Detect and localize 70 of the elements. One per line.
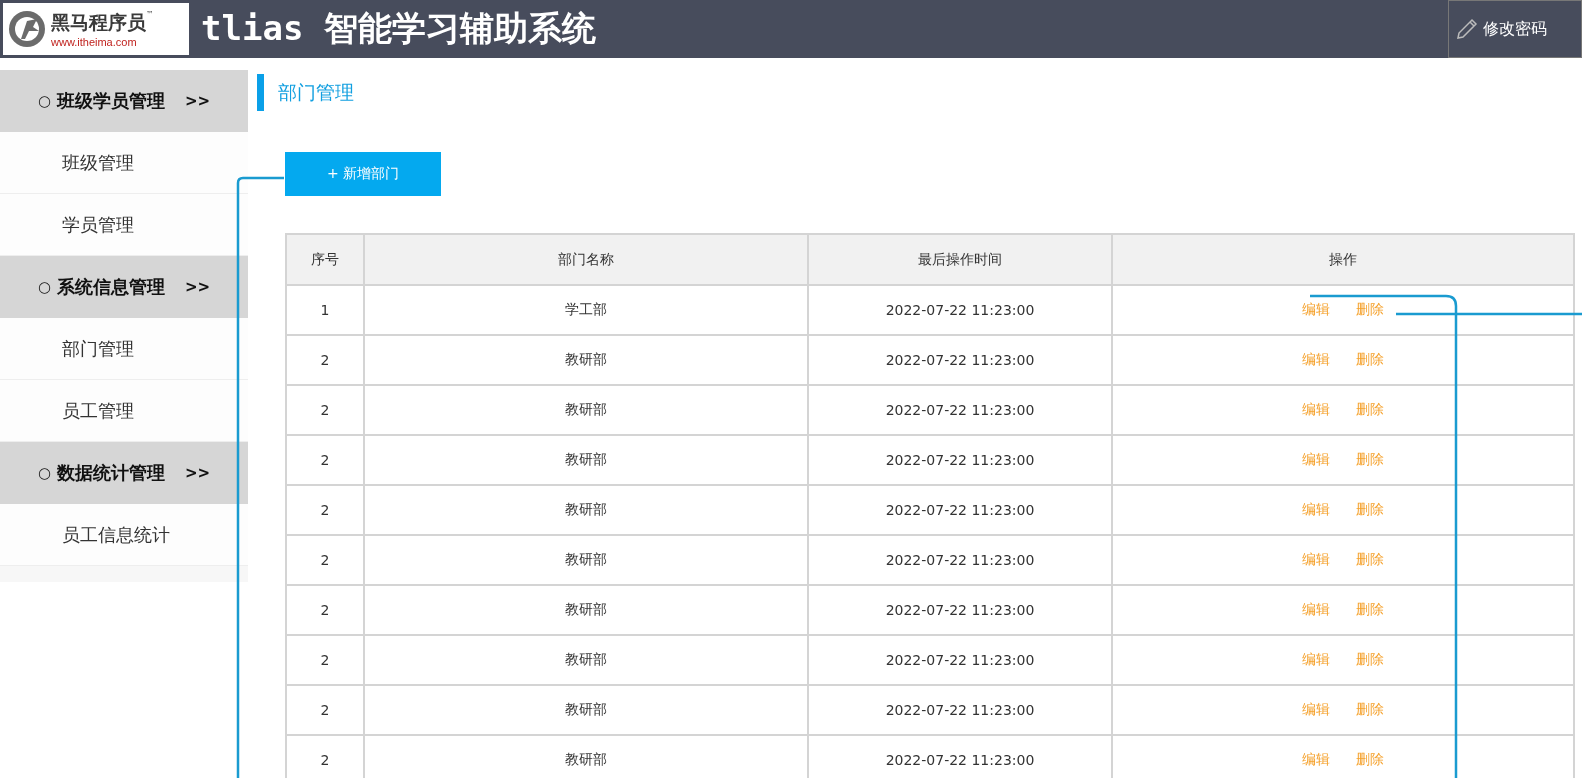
- row-action-link[interactable]: 编辑: [1302, 451, 1330, 467]
- row-action-link[interactable]: 编辑: [1302, 351, 1330, 367]
- table-cell: 教研部: [364, 535, 808, 585]
- change-password-button[interactable]: 修改密码: [1448, 0, 1582, 58]
- horse-logo-icon: [7, 9, 47, 49]
- table-cell: 2: [286, 535, 364, 585]
- table-cell: 2022-07-22 11:23:00: [808, 535, 1112, 585]
- column-header: 最后操作时间: [808, 234, 1112, 285]
- row-action-link[interactable]: 编辑: [1302, 601, 1330, 617]
- table-cell: 教研部: [364, 485, 808, 535]
- row-action-link[interactable]: 编辑: [1302, 651, 1330, 667]
- table-cell: 1: [286, 285, 364, 335]
- column-header: 操作: [1112, 234, 1574, 285]
- row-action-link[interactable]: 删除: [1356, 601, 1384, 617]
- sidebar-item[interactable]: 班级管理: [0, 132, 248, 194]
- column-header: 序号: [286, 234, 364, 285]
- table-cell: 教研部: [364, 635, 808, 685]
- sidebar-group-header[interactable]: ○ 班级学员管理 >>: [0, 70, 248, 132]
- table-cell: 2: [286, 735, 364, 778]
- sidebar-item[interactable]: 员工信息统计: [0, 504, 248, 566]
- row-action-link[interactable]: 编辑: [1302, 701, 1330, 717]
- trademark: ™: [146, 10, 154, 21]
- table-cell: 教研部: [364, 585, 808, 635]
- table-cell: 教研部: [364, 435, 808, 485]
- table-cell: 2: [286, 635, 364, 685]
- brand-url: www.itheima.com: [51, 36, 138, 48]
- row-action-link[interactable]: 编辑: [1302, 501, 1330, 517]
- sidebar-group-header[interactable]: ○ 系统信息管理 >>: [0, 256, 248, 318]
- table-cell: 2022-07-22 11:23:00: [808, 285, 1112, 335]
- row-action-link[interactable]: 编辑: [1302, 301, 1330, 317]
- row-action-link[interactable]: 编辑: [1302, 401, 1330, 417]
- row-action-link[interactable]: 删除: [1356, 401, 1384, 417]
- row-action-link[interactable]: 删除: [1356, 451, 1384, 467]
- app-title: tlias 智能学习辅助系统: [201, 7, 596, 50]
- row-action-link[interactable]: 删除: [1356, 351, 1384, 367]
- table-cell: 2: [286, 685, 364, 735]
- title-accent-bar: [257, 74, 264, 111]
- sidebar-item[interactable]: 学员管理: [0, 194, 248, 256]
- brand-name: 黑马程序员: [51, 10, 146, 35]
- table-cell: 2: [286, 485, 364, 535]
- row-action-link[interactable]: 删除: [1356, 301, 1384, 317]
- table-cell: 2022-07-22 11:23:00: [808, 335, 1112, 385]
- table-cell: 2: [286, 435, 364, 485]
- row-action-link[interactable]: 编辑: [1302, 551, 1330, 567]
- table-cell: 2022-07-22 11:23:00: [808, 485, 1112, 535]
- pencil-icon: [1455, 17, 1479, 41]
- table-cell: 2022-07-22 11:23:00: [808, 435, 1112, 485]
- table-cell: 教研部: [364, 335, 808, 385]
- row-action-link[interactable]: 删除: [1356, 751, 1384, 767]
- add-department-button[interactable]: + 新增部门: [285, 152, 441, 196]
- row-action-link[interactable]: 编辑: [1302, 751, 1330, 767]
- table-cell: 教研部: [364, 685, 808, 735]
- row-action-link[interactable]: 删除: [1356, 701, 1384, 717]
- table-cell: 学工部: [364, 285, 808, 335]
- table-cell: 2: [286, 385, 364, 435]
- page-title: 部门管理: [278, 79, 354, 105]
- column-header: 部门名称: [364, 234, 808, 285]
- table-cell: 教研部: [364, 385, 808, 435]
- table-cell: 2022-07-22 11:23:00: [808, 635, 1112, 685]
- sidebar-item[interactable]: 部门管理: [0, 318, 248, 380]
- row-action-link[interactable]: 删除: [1356, 551, 1384, 567]
- sidebar-item[interactable]: 员工管理: [0, 380, 248, 442]
- table-cell: 2022-07-22 11:23:00: [808, 685, 1112, 735]
- row-action-link[interactable]: 删除: [1356, 651, 1384, 667]
- table-cell: 2022-07-22 11:23:00: [808, 385, 1112, 435]
- table-cell: 2: [286, 335, 364, 385]
- table-cell: 2022-07-22 11:23:00: [808, 585, 1112, 635]
- sidebar-group-header[interactable]: ○ 数据统计管理 >>: [0, 442, 248, 504]
- table-cell: 2: [286, 585, 364, 635]
- row-action-link[interactable]: 删除: [1356, 501, 1384, 517]
